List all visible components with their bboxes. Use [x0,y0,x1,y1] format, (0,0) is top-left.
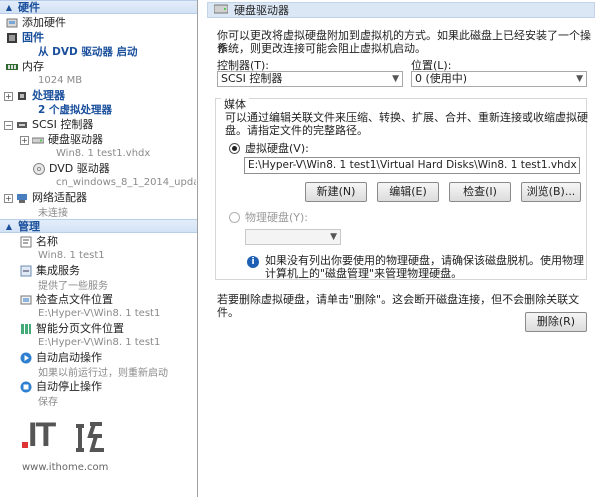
tree-item-firmware[interactable]: 固件 [6,31,44,45]
tree-item-add-hardware[interactable]: 添加硬件 [6,16,66,30]
ithome-watermark: IT www.ithome.com [20,416,140,486]
physical-hard-disk-radio[interactable]: 物理硬盘(Y): [229,209,308,225]
tree-item-dvd-drive[interactable]: DVD 驱动器 [33,162,110,176]
hard-drive-icon [213,4,229,17]
memory-icon [6,61,18,73]
tree-item-scsi-controller[interactable]: − SCSI 控制器 [4,118,93,132]
hard-drive-icon [32,134,44,146]
network-adapter-icon [16,192,28,204]
media-description-line-1: 可以通过编辑关联文件来压缩、转换、扩展、合并、重新连接或收缩虚拟硬 [225,111,588,124]
watermark-logo-glyph-icon [76,422,104,452]
tree-item-auto-start-action[interactable]: 自动启动操作 [20,351,102,365]
inspect-button[interactable]: 检查(I) [449,182,511,202]
integration-services-icon [20,265,32,277]
browse-button[interactable]: 浏览(B)... [521,182,581,202]
expand-icon[interactable]: + [4,193,13,203]
tree-item-paging-file-location[interactable]: 智能分页文件位置 [20,322,124,336]
checkpoint-icon [20,294,32,306]
dvd-disc-icon [33,163,45,175]
tree-item-integration-services[interactable]: 集成服务 [20,264,80,278]
tree-item-auto-stop-action[interactable]: 自动停止操作 [20,380,102,394]
hardware-section-header[interactable]: ▲ 硬件 [0,0,197,14]
physical-hard-disk-select[interactable]: ▼ [245,229,341,245]
chevron-down-icon: ▼ [576,74,583,84]
expand-icon[interactable]: + [20,135,29,145]
tree-item-processor[interactable]: + 处理器 [4,89,65,103]
watermark-url: www.ithome.com [22,462,109,473]
tree-item-name[interactable]: 名称 [20,235,58,249]
panel-title: 硬盘驱动器 [234,4,289,17]
hard-drive-settings-panel: 硬盘驱动器 你可以更改将虚拟硬盘附加到虚拟机的方式。如果此磁盘上已经安装了一个操… [207,0,600,497]
attach-description-line-2: 系统，则更改连接可能会阻止虚拟机启动。 [217,42,426,55]
collapse-icon[interactable]: − [4,120,13,130]
auto-start-icon [20,352,32,364]
chevron-down-icon: ▼ [330,232,337,242]
virtual-hard-disk-path-input[interactable]: E:\Hyper-V\Win8. 1 test1\Virtual Hard Di… [244,157,580,174]
delete-button[interactable]: 删除(R) [525,312,587,332]
memory-detail: 1024 MB [38,74,83,86]
processor-detail: 2 个虚拟处理器 [38,103,112,116]
physical-disk-note-line-1: 如果没有列出你要使用的物理硬盘，请确保该磁盘脱机。使用物理 [265,254,584,267]
controller-select[interactable]: SCSI 控制器 ▼ [217,71,403,87]
info-icon: i [247,256,259,268]
location-select[interactable]: 0 (使用中) ▼ [411,71,587,87]
name-icon [20,236,32,248]
tree-item-network-adapter[interactable]: + 网络适配器 [4,191,87,205]
new-button[interactable]: 新建(N) [305,182,367,202]
auto-stop-icon [20,381,32,393]
tree-item-hard-drive[interactable]: + 硬盘驱动器 [20,133,103,147]
integration-services-detail: 提供了一些服务 [38,280,108,291]
paging-file-location-detail: E:\Hyper-V\Win8. 1 test1 [38,336,161,348]
checkpoint-location-detail: E:\Hyper-V\Win8. 1 test1 [38,307,161,319]
chevron-up-icon: ▲ [5,2,13,12]
physical-disk-note-line-2: 计算机上的"磁盘管理"来管理物理硬盘。 [265,267,463,280]
chevron-up-icon: ▲ [5,221,13,231]
scsi-controller-icon [16,119,28,131]
radio-selected-icon [229,142,240,154]
add-hardware-icon [6,17,18,29]
management-section-header[interactable]: ▲ 管理 [0,219,197,233]
media-group-title: 媒体 [221,96,249,112]
edit-button[interactable]: 编辑(E) [377,182,439,202]
settings-tree: ▲ 硬件 添加硬件 固件 从 DVD 驱动器 启动 内存 1024 MB + 处… [0,0,198,497]
paging-file-icon [20,323,32,335]
tree-item-memory[interactable]: 内存 [6,60,44,74]
tree-item-checkpoint-location[interactable]: 检查点文件位置 [20,293,113,307]
dvd-drive-detail: cn_windows_8_1_2014_updat... [56,176,196,188]
hard-drive-detail: Win8. 1 test1.vhdx [56,147,151,159]
firmware-detail: 从 DVD 驱动器 启动 [38,45,138,58]
network-adapter-detail: 未连接 [38,207,68,218]
virtual-hard-disk-radio[interactable]: 虚拟硬盘(V): [229,140,309,156]
auto-stop-action-detail: 保存 [38,396,58,407]
media-description-line-2: 盘。请指定文件的完整路径。 [225,124,368,137]
watermark-brand: IT [28,416,56,454]
chevron-down-icon: ▼ [392,74,399,84]
auto-start-action-detail: 如果以前运行过，则重新启动 [38,367,168,378]
processor-icon [16,90,28,102]
panel-title-bar: 硬盘驱动器 [207,2,595,18]
name-detail: Win8. 1 test1 [38,249,105,261]
expand-icon[interactable]: + [4,91,13,101]
radio-unselected-icon [229,211,240,223]
firmware-icon [6,32,18,44]
